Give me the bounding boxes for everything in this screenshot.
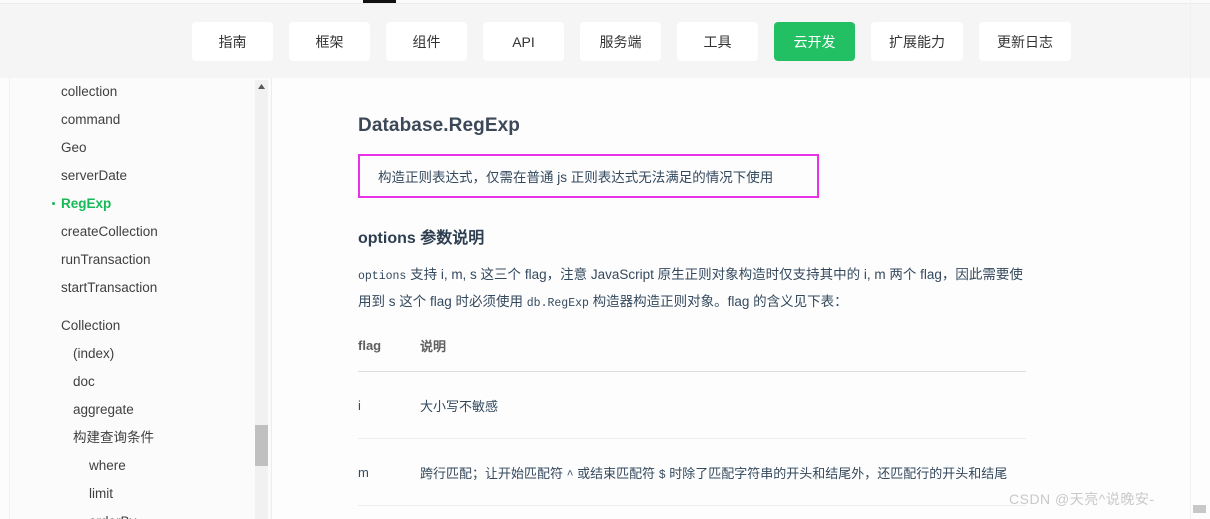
sidebar-item-command[interactable]: command	[11, 106, 257, 134]
nav-tab-2[interactable]: 组件	[386, 22, 467, 61]
desc-text: 时除了匹配字符串的开头和结尾外，还匹配行的开头和结尾	[665, 466, 1008, 481]
flag-table-body: i 大小写不敏感 m 跨行匹配；让开始匹配符 ^ 或结束匹配符 $ 时除了匹配字符串的…	[358, 371, 1026, 519]
cell-description: 大小写不敏感	[420, 371, 1026, 439]
cell-description: 让 . 可以匹配包括换行符在内的所有字符	[420, 505, 1026, 519]
options-text-2: 构造器构造正则对象。flag 的含义见下表：	[588, 294, 848, 309]
code-token: $	[658, 469, 666, 482]
left-rail	[0, 78, 10, 519]
doc-article: Database.RegExp 构造正则表达式，仅需在普通 js 正则表达式无法…	[358, 78, 1058, 519]
intro-text: 构造正则表达式，仅需在普通 js 正则表达式无法满足的情况下使用	[378, 170, 774, 185]
doc-sidebar[interactable]: collection command Geo serverDate RegExp crea…	[11, 78, 272, 519]
table-row: i 大小写不敏感	[358, 371, 1026, 439]
column-header-desc: 说明	[420, 336, 1026, 372]
flag-table: flag 说明 i 大小写不敏感 m 跨行匹配；让开始匹配符 ^ 或结束匹配符 $ 时…	[358, 336, 1026, 519]
nav-tab-6[interactable]: 云开发	[774, 22, 855, 61]
cell-flag: s	[358, 505, 420, 519]
table-row: s让 . 可以匹配包括换行符在内的所有字符	[358, 505, 1026, 519]
code-token: ^	[566, 469, 574, 482]
sidebar-item-orderby[interactable]: orderBy	[11, 508, 257, 519]
options-paragraph: options 支持 i, m, s 这三个 flag，注意 JavaScrip…	[358, 248, 1026, 316]
nav-tab-0[interactable]: 指南	[192, 22, 273, 61]
desc-text: 跨行匹配；让开始匹配符	[420, 466, 567, 481]
code-options: options	[358, 270, 407, 283]
sidebar-item-limit[interactable]: limit	[11, 480, 257, 508]
sidebar-item-createcollection[interactable]: createCollection	[11, 218, 257, 246]
cell-flag: m	[358, 438, 420, 506]
doc-content: Database.RegExp 构造正则表达式，仅需在普通 js 正则表达式无法…	[272, 78, 1190, 519]
nav-tab-1[interactable]: 框架	[289, 22, 370, 61]
table-header-row: flag 说明	[358, 336, 1026, 372]
page-title: Database.RegExp	[358, 115, 521, 136]
sidebar-item--[interactable]: 构建查询条件	[11, 424, 257, 452]
nav-tab-4[interactable]: 服务端	[580, 22, 661, 61]
code-db-regexp: db.RegExp	[526, 297, 589, 310]
sidebar-item-geo[interactable]: Geo	[11, 134, 257, 162]
cell-flag: i	[358, 371, 420, 439]
nav-tab-3[interactable]: API	[483, 22, 564, 61]
sidebar-item-collection[interactable]: collection	[11, 78, 257, 106]
right-hairline-divider	[1190, 0, 1191, 519]
sidebar-item-list: collection command Geo serverDate RegExp crea…	[11, 78, 257, 519]
primary-nav-tabs: 指南 框架 组件 API 服务端 工具 云开发 扩展能力 更新日志	[192, 22, 1071, 61]
sidebar-item-serverdate[interactable]: serverDate	[11, 162, 257, 190]
page-scrollbar-nub[interactable]	[1193, 505, 1206, 513]
options-section-heading: options 参数说明	[358, 230, 485, 247]
site-header: 指南 框架 组件 API 服务端 工具 云开发 扩展能力 更新日志	[0, 4, 1210, 78]
intro-highlight-box: 构造正则表达式，仅需在普通 js 正则表达式无法满足的情况下使用	[358, 154, 819, 198]
page-body: collection command Geo serverDate RegExp crea…	[0, 78, 1210, 519]
nav-tab-8[interactable]: 更新日志	[979, 22, 1071, 61]
sidebar-item-regexp[interactable]: RegExp	[11, 190, 257, 218]
sidebar-item-runtransaction[interactable]: runTransaction	[11, 246, 257, 274]
sidebar-item-aggregate[interactable]: aggregate	[11, 396, 257, 424]
csdn-watermark: CSDN @天亮^说晚安-	[1009, 491, 1155, 507]
column-header-flag: flag	[358, 336, 420, 372]
sidebar-item-where[interactable]: where	[11, 452, 257, 480]
sidebar-item-doc[interactable]: doc	[11, 368, 257, 396]
sidebar-item-starttransaction[interactable]: startTransaction	[11, 274, 257, 302]
desc-text: 或结束匹配符	[573, 466, 659, 481]
nav-tab-5[interactable]: 工具	[677, 22, 758, 61]
sidebar-item--index-[interactable]: (index)	[11, 340, 257, 368]
flag-table-head: flag 说明	[358, 336, 1026, 372]
cell-description: 跨行匹配；让开始匹配符 ^ 或结束匹配符 $ 时除了匹配字符串的开头和结尾外，还…	[420, 438, 1026, 506]
nav-tab-7[interactable]: 扩展能力	[871, 22, 963, 61]
sidebar-scrollbar-thumb[interactable]	[255, 425, 268, 466]
table-row: m 跨行匹配；让开始匹配符 ^ 或结束匹配符 $ 时除了匹配字符串的开头和结尾外，…	[358, 438, 1026, 506]
sidebar-item-collection[interactable]: Collection	[11, 312, 257, 340]
scroll-up-arrow-icon[interactable]	[255, 80, 268, 93]
